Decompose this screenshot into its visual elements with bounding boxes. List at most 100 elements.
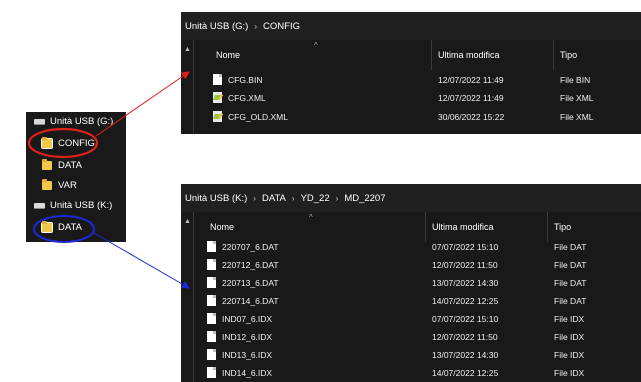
breadcrumb-segment[interactable]: CONFIG	[263, 21, 300, 32]
breadcrumb-segment[interactable]: Unità USB (G:)	[185, 21, 248, 32]
file-type: File XML	[560, 92, 594, 103]
file-modified: 13/07/2022 14:30	[432, 349, 499, 360]
file-name: IND14_6.IDX	[222, 367, 273, 378]
file-name: IND13_6.IDX	[222, 349, 273, 360]
file-type: File IDX	[554, 331, 585, 342]
file-type: File DAT	[554, 295, 587, 306]
navigation-tree: Unità USB (G:) CONFIG DATA VAR Unità USB…	[26, 112, 126, 242]
file-modified: 12/07/2022 11:49	[438, 92, 504, 103]
file-name: 220707_6.DAT	[222, 241, 279, 252]
file-row[interactable]: CFG_OLD.XML 30/06/2022 15:22 File XML	[194, 108, 641, 125]
file-name: CFG.XML	[228, 92, 266, 103]
breadcrumb-segment[interactable]: DATA	[262, 193, 286, 204]
explorer-window-config: Unità USB (G:) › CONFIG ▲ ^ Nome Ultima …	[181, 12, 641, 134]
file-modified: 13/07/2022 14:30	[432, 277, 499, 288]
explorer-window-data: Unità USB (K:) › DATA › YD_22 › MD_2207 …	[181, 184, 641, 382]
chevron-right-icon: ›	[291, 193, 295, 203]
folder-icon	[41, 137, 53, 149]
file-row[interactable]: 220713_6.DAT 13/07/2022 14:30 File DAT	[194, 274, 641, 291]
chevron-right-icon: ›	[335, 193, 339, 203]
file-modified: 12/07/2022 11:49	[438, 74, 504, 85]
column-header-label: Tipo	[560, 50, 578, 60]
file-name: CFG_OLD.XML	[228, 111, 288, 122]
tree-item-drive-g[interactable]: Unità USB (G:)	[34, 116, 113, 127]
tree-item-label: DATA	[58, 222, 82, 233]
tree-item-data-k[interactable]: DATA	[41, 221, 82, 233]
file-icon	[207, 367, 216, 378]
file-type: File BIN	[560, 74, 591, 85]
tree-item-data-g[interactable]: DATA	[42, 159, 82, 171]
tree-item-label: DATA	[58, 160, 82, 171]
file-type: File DAT	[554, 277, 587, 288]
scroll-up-arrow-icon[interactable]: ▲	[184, 46, 191, 53]
scroll-up-arrow-icon[interactable]: ▲	[184, 218, 191, 225]
column-header-label: Ultima modifica	[432, 222, 494, 232]
breadcrumb-segment[interactable]: Unità USB (K:)	[185, 193, 247, 204]
file-name: 220714_6.DAT	[222, 295, 279, 306]
tree-item-config[interactable]: CONFIG	[41, 137, 95, 149]
address-bar[interactable]: Unità USB (K:) › DATA › YD_22 › MD_2207	[181, 184, 641, 212]
column-header-label: Nome	[216, 50, 241, 60]
column-header-name[interactable]: ^ Nome	[194, 40, 432, 70]
breadcrumb-segment[interactable]: MD_2207	[344, 193, 385, 204]
file-name: 220713_6.DAT	[222, 277, 279, 288]
file-type: File IDX	[554, 313, 585, 324]
file-modified: 12/07/2022 11:50	[432, 259, 498, 270]
file-icon	[207, 313, 216, 324]
sort-caret-icon: ^	[309, 213, 313, 222]
file-type: File DAT	[554, 241, 587, 252]
tree-item-label: CONFIG	[58, 138, 95, 149]
tree-item-label: VAR	[58, 180, 77, 191]
file-icon	[207, 277, 216, 288]
folder-icon	[42, 179, 52, 190]
file-name: IND12_6.IDX	[222, 331, 273, 342]
file-type: File XML	[560, 111, 594, 122]
tree-item-label: Unità USB (G:)	[50, 116, 114, 127]
usb-drive-icon	[34, 202, 45, 209]
tree-item-label: Unità USB (K:)	[50, 200, 113, 211]
file-modified: 07/07/2022 15:10	[432, 313, 499, 324]
file-row[interactable]: CFG.BIN 12/07/2022 11:49 File BIN	[194, 71, 641, 88]
file-row[interactable]: IND13_6.IDX 13/07/2022 14:30 File IDX	[194, 346, 641, 363]
file-type: File DAT	[554, 259, 587, 270]
chevron-right-icon: ›	[254, 21, 258, 31]
file-type: File IDX	[554, 349, 585, 360]
file-modified: 07/07/2022 15:10	[432, 241, 499, 252]
file-row[interactable]: 220707_6.DAT 07/07/2022 15:10 File DAT	[194, 238, 641, 255]
address-bar[interactable]: Unità USB (G:) › CONFIG	[181, 12, 641, 40]
file-modified: 30/06/2022 15:22	[438, 111, 505, 122]
xml-file-icon	[213, 92, 222, 103]
file-icon	[207, 331, 216, 342]
tree-item-var[interactable]: VAR	[42, 179, 77, 191]
file-icon	[207, 259, 216, 270]
column-header-label: Tipo	[554, 222, 572, 232]
file-row[interactable]: 220712_6.DAT 12/07/2022 11:50 File DAT	[194, 256, 641, 273]
file-row[interactable]: IND07_6.IDX 07/07/2022 15:10 File IDX	[194, 310, 641, 327]
tree-item-drive-k[interactable]: Unità USB (K:)	[34, 200, 112, 211]
file-name: IND07_6.IDX	[222, 313, 273, 324]
file-row[interactable]: CFG.XML 12/07/2022 11:49 File XML	[194, 89, 641, 106]
file-icon	[207, 241, 216, 252]
xml-file-icon	[213, 111, 222, 122]
file-row[interactable]: IND12_6.IDX 12/07/2022 11:50 File IDX	[194, 328, 641, 345]
file-type: File IDX	[554, 367, 585, 378]
column-header-type[interactable]: Tipo	[554, 40, 641, 70]
file-name: CFG.BIN	[228, 74, 263, 85]
folder-icon	[41, 221, 53, 233]
file-icon	[207, 295, 216, 306]
file-row[interactable]: 220714_6.DAT 14/07/2022 12:25 File DAT	[194, 292, 641, 309]
column-header-label: Ultima modifica	[438, 50, 500, 60]
file-name: 220712_6.DAT	[222, 259, 279, 270]
file-icon	[213, 74, 222, 85]
breadcrumb-segment[interactable]: YD_22	[301, 193, 330, 204]
file-modified: 14/07/2022 12:25	[432, 295, 499, 306]
file-modified: 12/07/2022 11:50	[432, 331, 498, 342]
folder-icon	[42, 159, 52, 170]
column-header-modified[interactable]: Ultima modifica	[432, 40, 554, 70]
chevron-right-icon: ›	[253, 193, 256, 203]
file-modified: 14/07/2022 12:25	[432, 367, 499, 378]
usb-drive-icon	[34, 118, 45, 125]
column-header-label: Nome	[210, 222, 235, 232]
file-row[interactable]: IND14_6.IDX 14/07/2022 12:25 File IDX	[194, 364, 641, 381]
file-icon	[207, 349, 216, 360]
